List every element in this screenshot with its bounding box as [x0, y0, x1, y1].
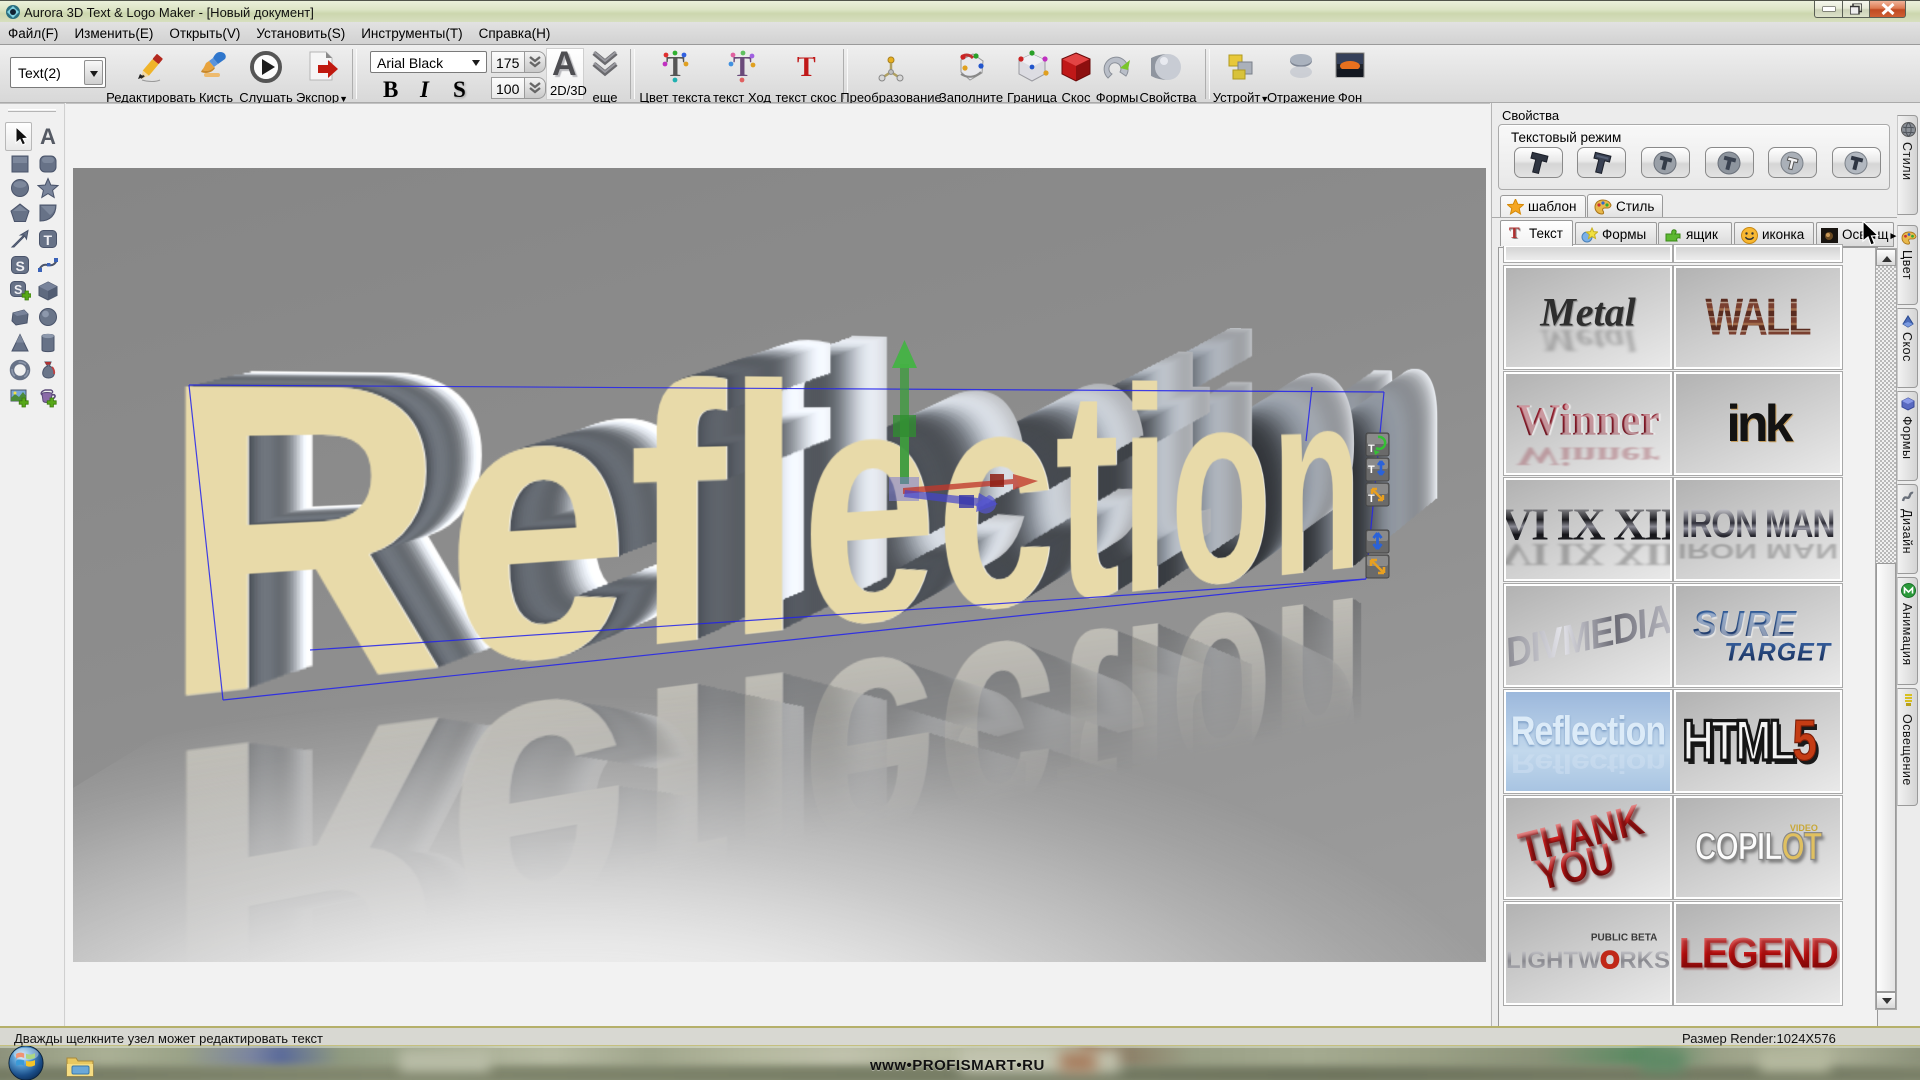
svg-text:T: T — [1368, 443, 1375, 455]
svg-text:S: S — [14, 283, 22, 297]
svg-text:T: T — [44, 232, 53, 248]
svg-text:A: A — [40, 125, 56, 147]
svg-text:T: T — [1368, 493, 1375, 505]
svg-text:S: S — [16, 258, 25, 274]
svg-text:T: T — [1368, 464, 1375, 476]
